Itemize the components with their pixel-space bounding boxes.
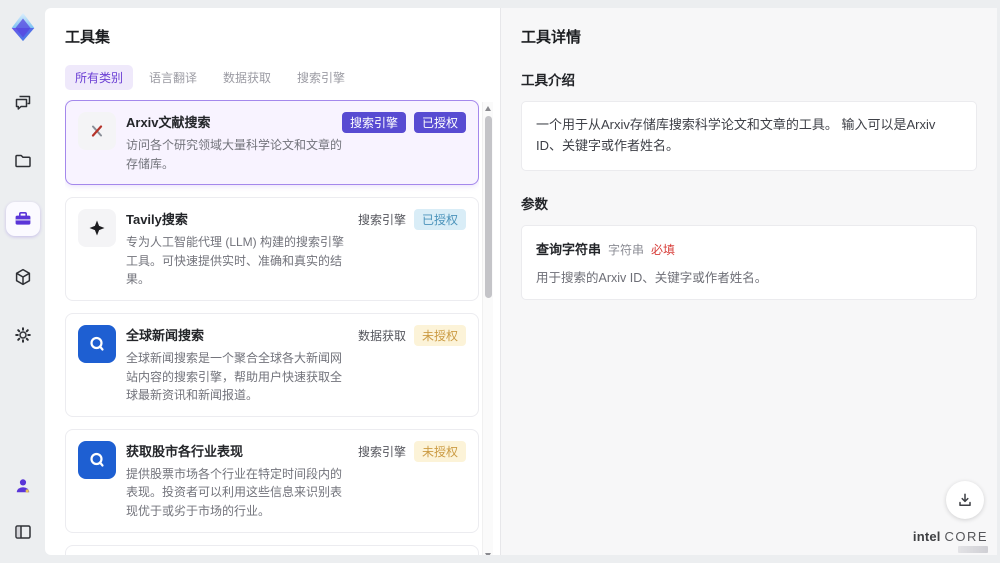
chat-icon <box>13 93 33 113</box>
tool-status-badge: 已授权 <box>413 209 466 231</box>
arxiv-logo-icon <box>78 112 116 150</box>
left-rail <box>0 0 45 563</box>
scrollbar-thumb[interactable] <box>485 116 492 298</box>
scroll-down-icon[interactable] <box>485 553 491 555</box>
tab-1[interactable]: 语言翻译 <box>139 65 207 90</box>
cube-icon <box>13 267 33 287</box>
tool-name: Arxiv文献搜索 <box>126 115 211 130</box>
category-tabs: 所有类别 语言翻译 数据获取 搜索引擎 <box>65 65 500 90</box>
detail-title: 工具详情 <box>521 29 582 46</box>
tool-card[interactable]: 获取市场最活跃股票信息提供当天交易量最高的股票列表。投资者可以利用这些信息来识别… <box>65 544 479 555</box>
tool-name: 全球新闻搜索 <box>126 327 205 343</box>
intro-heading: 工具介绍 <box>521 73 575 88</box>
tab-3[interactable]: 搜索引擎 <box>287 65 355 90</box>
folder-icon <box>13 151 33 171</box>
tool-name: Tavily搜索 <box>126 212 188 228</box>
tool-category-tag: 搜索引擎 <box>341 112 406 133</box>
download-icon <box>956 491 974 509</box>
brand-intel: intel <box>912 529 941 544</box>
tool-detail-panel: 工具详情 工具介绍 一个用于从Arxiv存储库搜索科学论文和文章的工具。 输入可… <box>500 8 997 555</box>
scrollbar[interactable] <box>482 102 493 555</box>
tool-description: 访问各个研究领域大量科学论文和文章的存储库。 <box>126 138 343 171</box>
params-heading: 参数 <box>521 196 548 212</box>
tool-list: Arxiv文献搜索 访问各个研究领域大量科学论文和文章的存储库。 搜索引擎 已授权 Ta… <box>65 100 479 555</box>
tool-description: 全球新闻搜索是一个聚合全球各大新闻网站内容的搜索引擎，帮助用户快速获取全球最新资… <box>126 350 343 403</box>
param-desc: 用于搜索的Arxiv ID、关键字或作者姓名。 <box>536 270 768 285</box>
tool-card[interactable]: Tavily搜索专为人工智能代理 (LLM) 构建的搜索引擎工具。可快速提供实时… <box>65 197 479 301</box>
param-type: 字符串 <box>608 242 645 257</box>
brand-bar <box>958 546 988 553</box>
tab-0[interactable]: 所有类别 <box>65 65 134 90</box>
panel-toggle-icon <box>13 522 33 542</box>
tool-status-badge: 未授权 <box>413 440 466 462</box>
intro-box: 一个用于从Arxiv存储库搜索科学论文和文章的工具。 输入可以是Arxiv ID… <box>521 101 977 171</box>
param-name: 查询字符串 <box>536 241 602 257</box>
gem-logo-icon <box>6 10 40 44</box>
tool-description: 专为人工智能代理 (LLM) 构建的搜索引擎工具。可快速提供实时、准确和真实的结… <box>126 235 345 287</box>
param-required-badge: 必填 <box>651 242 676 257</box>
tool-category-tag: 数据获取 <box>357 328 406 343</box>
sidebar-item-files[interactable] <box>6 144 40 178</box>
scroll-up-icon[interactable] <box>485 106 491 111</box>
tool-status-badge: 已授权 <box>413 112 466 133</box>
tool-name: 获取股市各行业表现 <box>126 443 244 459</box>
download-button[interactable] <box>946 481 984 519</box>
sidebar-item-user[interactable] <box>6 469 40 503</box>
sidebar-item-collapse[interactable] <box>6 515 40 549</box>
tool-card[interactable]: 全球新闻搜索全球新闻搜索是一个聚合全球各大新闻网站内容的搜索引擎，帮助用户快速获… <box>65 312 479 417</box>
tool-status-badge: 未授权 <box>413 324 466 346</box>
gear-icon <box>13 325 33 345</box>
tool-category-tag: 搜索引擎 <box>357 213 406 228</box>
tool-category-tag: 搜索引擎 <box>357 444 406 459</box>
sidebar-item-settings[interactable] <box>6 318 40 352</box>
intro-text: 一个用于从Arxiv存储库搜索科学论文和文章的工具。 输入可以是Arxiv ID… <box>536 117 936 153</box>
brand-core: CORE <box>944 529 988 544</box>
toolbox-icon <box>13 209 33 229</box>
param-box: 查询字符串 字符串 必填 用于搜索的Arxiv ID、关键字或作者姓名。 <box>521 224 977 300</box>
intel-core-logo: intel CORE <box>913 529 988 553</box>
tab-2[interactable]: 数据获取 <box>213 65 281 90</box>
stock-sector-icon <box>78 440 116 479</box>
sidebar-item-toolset[interactable] <box>5 202 40 236</box>
tavily-star-icon <box>78 209 116 248</box>
toolset-panel: 工具集 所有类别 语言翻译 数据获取 搜索引擎 Arxiv文献搜索 访问各个研究领域大量… <box>45 8 500 555</box>
page-title: 工具集 <box>65 29 111 46</box>
main-content: 工具集 所有类别 语言翻译 数据获取 搜索引擎 Arxiv文献搜索 访问各个研究领域大量… <box>45 8 997 555</box>
sidebar-item-chat[interactable] <box>6 86 40 120</box>
user-icon <box>13 476 33 496</box>
sidebar-item-models[interactable] <box>6 260 40 294</box>
tool-card[interactable]: Arxiv文献搜索访问各个研究领域大量科学论文和文章的存储库。 搜索引擎 已授权 <box>65 100 479 186</box>
tool-description: 提供股票市场各个行业在特定时间段内的表现。投资者可以利用这些信息来识别表现优于或… <box>126 466 343 518</box>
global-news-icon <box>78 324 116 363</box>
tool-card[interactable]: 获取股市各行业表现提供股票市场各个行业在特定时间段内的表现。投资者可以利用这些信… <box>65 428 479 533</box>
